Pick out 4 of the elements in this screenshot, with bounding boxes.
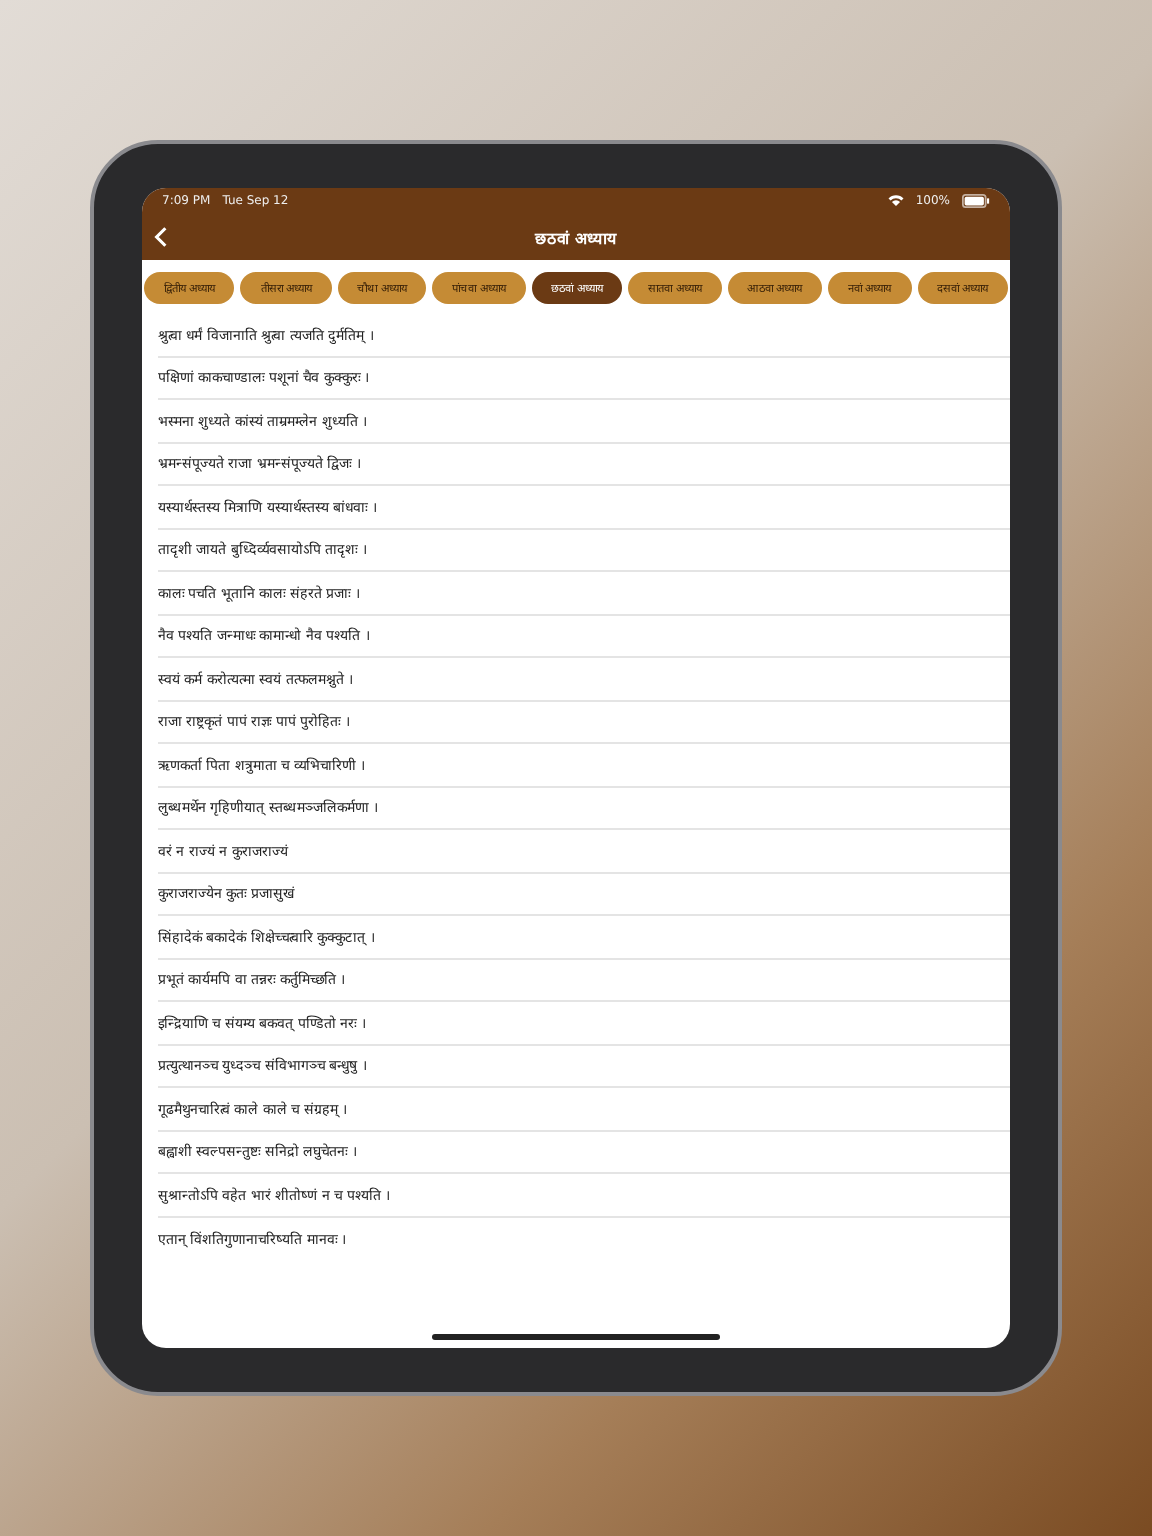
back-icon[interactable] (154, 225, 168, 247)
battery-icon (962, 193, 990, 207)
wifi-icon (887, 194, 904, 206)
nav-title: छठवां अध्याय (532, 227, 619, 247)
